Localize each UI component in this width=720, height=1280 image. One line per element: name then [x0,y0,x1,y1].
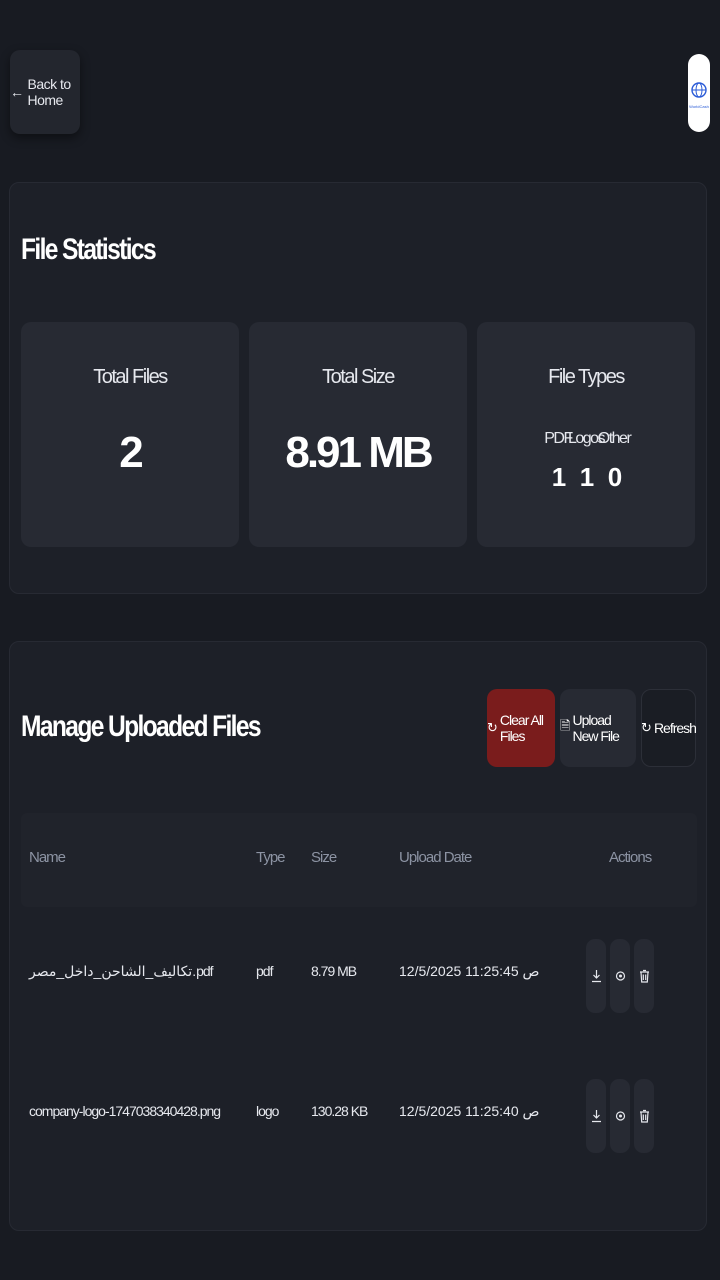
column-name[interactable]: Name [29,849,66,866]
type-other: Other 0 [598,430,632,493]
type-count: 1 [579,462,595,492]
type-count: 0 [607,462,623,492]
column-upload-date[interactable]: Upload Date [399,849,472,866]
view-button[interactable] [610,1079,630,1153]
view-icon [615,971,625,981]
files-table: Name Type Size Upload Date Actions تكالي… [21,813,697,1187]
total-size-box: Total Size 8.91 MB [249,322,467,547]
column-type[interactable]: Type [256,849,286,866]
avatar[interactable]: WorldCash [688,54,710,132]
type-name: Other [597,430,632,447]
refresh-icon: ↻ [641,720,652,735]
file-size: 8.79 MB [311,963,357,979]
table-row: تكاليف_الشاحن_داخل_مصر.pdf pdf 8.79 MB 1… [21,907,697,1047]
total-size-label: Total Size [322,366,395,388]
row-actions [586,1079,654,1153]
back-to-home-label: Back to Home [27,76,72,108]
trash-icon [639,1109,649,1123]
back-to-home-button[interactable]: ← Back to Home [10,50,80,134]
total-files-label: Total Files [93,366,168,388]
column-size[interactable]: Size [311,849,337,866]
file-size: 130.28 KB [311,1103,368,1119]
type-logos: Logos 1 [568,430,606,493]
trash-icon [639,969,649,983]
delete-button[interactable] [634,939,654,1013]
file-types-box: File Types PDF 1 Logos 1 Other 0 [477,322,695,547]
type-count: 1 [551,462,567,492]
download-button[interactable] [586,1079,606,1153]
type-pdf: PDF 1 [544,430,573,493]
file-types-label: File Types [548,366,625,388]
column-actions: Actions [609,849,652,866]
download-icon [591,970,601,983]
file-type: logo [256,1103,279,1119]
globe-icon [691,81,707,98]
refresh-button[interactable]: ↻ Refresh [641,689,697,767]
manage-files-card: Manage Uploaded Files ↻ Clear All Files … [9,641,707,1231]
manage-files-title: Manage Uploaded Files [21,710,262,743]
file-manager-page: ← Back to Home WorldCash File Statistics… [0,0,720,1280]
row-actions [586,939,654,1013]
refresh-icon: ↻ [487,720,498,735]
upload-new-file-button[interactable]: 🗎 Upload New File [560,689,636,767]
download-button[interactable] [586,939,606,1013]
upload-date: 12/5/2025 11:25:40 ص [399,1103,540,1119]
clear-all-files-button[interactable]: ↻ Clear All Files [487,689,555,767]
delete-button[interactable] [634,1079,654,1153]
avatar-text: WorldCash [689,103,709,109]
refresh-label: Refresh [653,720,697,736]
clear-all-files-label: Clear All Files [499,712,544,744]
total-files-value: 2 [119,428,143,477]
total-files-box: Total Files 2 [21,322,239,547]
file-type: pdf [256,963,273,979]
file-name: تكاليف_الشاحن_داخل_مصر.pdf [29,963,214,979]
arrow-left-icon: ← [10,84,24,100]
table-row: company-logo-1747038340428.png logo 130.… [21,1047,697,1187]
table-header: Name Type Size Upload Date Actions [21,813,697,907]
file-statistics-title: File Statistics [21,233,157,266]
total-size-value: 8.91 MB [285,428,433,477]
download-icon [591,1110,601,1123]
view-icon [615,1111,625,1121]
file-types-breakdown: PDF 1 Logos 1 Other 0 [477,430,695,493]
file-name: company-logo-1747038340428.png [29,1103,221,1119]
view-button[interactable] [610,939,630,1013]
upload-date: 12/5/2025 11:25:45 ص [399,963,540,979]
upload-new-file-label: Upload New File [572,712,619,744]
file-statistics-card: File Statistics Total Files 2 Total Size… [9,182,707,594]
file-icon: 🗎 [560,718,571,733]
